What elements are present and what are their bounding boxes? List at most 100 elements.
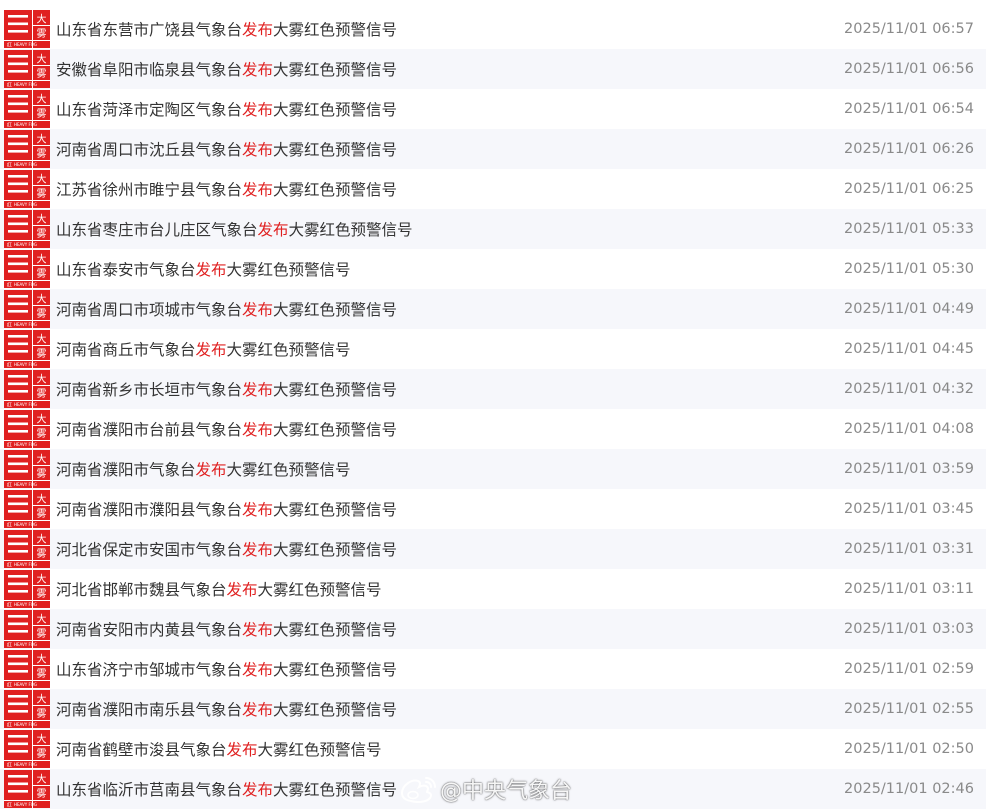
svg-text:红: 红 [7,682,12,689]
warning-row[interactable]: 大 雾 红 HEAVY FOG 河南省濮阳市濮阳县气象台发布大雾红色预警信号 2… [0,489,986,529]
svg-text:大: 大 [37,453,47,466]
svg-text:大: 大 [37,293,47,306]
warning-title[interactable]: 山东省枣庄市台儿庄区气象台发布大雾红色预警信号 [56,218,814,240]
warning-row[interactable]: 大 雾 红 HEAVY FOG 山东省枣庄市台儿庄区气象台发布大雾红色预警信号 … [0,209,986,249]
warning-title[interactable]: 山东省临沂市莒南县气象台发布大雾红色预警信号 [56,778,814,800]
warning-row[interactable]: 大 雾 红 HEAVY FOG 河南省安阳市内黄县气象台发布大雾红色预警信号 2… [0,609,986,649]
warning-title[interactable]: 山东省东营市广饶县气象台发布大雾红色预警信号 [56,18,814,40]
svg-text:雾: 雾 [37,428,47,440]
warning-title[interactable]: 河南省周口市项城市气象台发布大雾红色预警信号 [56,298,814,320]
warning-row[interactable]: 大 雾 红 HEAVY FOG 江苏省徐州市睢宁县气象台发布大雾红色预警信号 2… [0,169,986,209]
warning-time: 2025/11/01 04:08 [844,421,974,437]
fog-red-warning-icon: 大 雾 红 HEAVY FOG [4,530,50,568]
warning-title[interactable]: 河南省濮阳市台前县气象台发布大雾红色预警信号 [56,418,814,440]
warning-time: 2025/11/01 03:11 [844,581,974,597]
title-prefix: 河南省新乡市长垣市气象台 [56,381,243,399]
svg-text:红: 红 [7,322,12,329]
warning-title[interactable]: 山东省菏泽市定陶区气象台发布大雾红色预警信号 [56,98,814,120]
svg-text:红: 红 [7,362,12,369]
svg-text:大: 大 [37,773,47,786]
svg-text:红: 红 [7,642,12,649]
warning-row[interactable]: 大 雾 红 HEAVY FOG 山东省济宁市邹城市气象台发布大雾红色预警信号 2… [0,649,986,689]
warning-row[interactable]: 大 雾 红 HEAVY FOG 河南省濮阳市南乐县气象台发布大雾红色预警信号 2… [0,689,986,729]
svg-text:大: 大 [37,733,47,746]
fog-red-warning-icon: 大 雾 红 HEAVY FOG [4,770,50,808]
title-keyword: 发布 [257,221,289,239]
warning-title[interactable]: 河北省保定市安国市气象台发布大雾红色预警信号 [56,538,814,560]
title-suffix: 大雾红色预警信号 [226,461,351,479]
fog-red-warning-icon: 大 雾 红 HEAVY FOG [4,170,50,208]
fog-red-warning-icon: 大 雾 红 HEAVY FOG [4,610,50,648]
svg-text:雾: 雾 [37,548,47,560]
warning-title[interactable]: 山东省济宁市邹城市气象台发布大雾红色预警信号 [56,658,814,680]
warning-title[interactable]: 河南省鹤壁市浚县气象台发布大雾红色预警信号 [56,738,814,760]
warning-time: 2025/11/01 05:33 [844,221,974,237]
warning-row[interactable]: 大 雾 红 HEAVY FOG 山东省东营市广饶县气象台发布大雾红色预警信号 2… [0,9,986,49]
svg-text:HEAVY FOG: HEAVY FOG [14,522,37,527]
warning-title[interactable]: 河南省新乡市长垣市气象台发布大雾红色预警信号 [56,378,814,400]
title-suffix: 大雾红色预警信号 [288,221,413,239]
warning-title[interactable]: 江苏省徐州市睢宁县气象台发布大雾红色预警信号 [56,178,814,200]
warning-title[interactable]: 安徽省阜阳市临泉县气象台发布大雾红色预警信号 [56,58,814,80]
svg-text:HEAVY FOG: HEAVY FOG [14,322,37,327]
warning-title[interactable]: 河南省濮阳市濮阳县气象台发布大雾红色预警信号 [56,498,814,520]
svg-text:雾: 雾 [37,228,47,240]
fog-red-warning-icon: 大 雾 红 HEAVY FOG [4,730,50,768]
title-suffix: 大雾红色预警信号 [273,701,398,719]
warning-row[interactable]: 大 雾 红 HEAVY FOG 河南省濮阳市台前县气象台发布大雾红色预警信号 2… [0,409,986,449]
svg-text:HEAVY FOG: HEAVY FOG [14,362,37,367]
title-prefix: 河南省濮阳市台前县气象台 [56,421,243,439]
title-suffix: 大雾红色预警信号 [273,141,398,159]
svg-text:红: 红 [7,402,12,409]
svg-text:雾: 雾 [37,28,47,40]
warning-row[interactable]: 大 雾 红 HEAVY FOG 山东省菏泽市定陶区气象台发布大雾红色预警信号 2… [0,89,986,129]
warning-row[interactable]: 大 雾 红 HEAVY FOG 山东省泰安市气象台发布大雾红色预警信号 2025… [0,249,986,289]
title-suffix: 大雾红色预警信号 [273,501,398,519]
svg-text:大: 大 [37,53,47,66]
svg-text:HEAVY FOG: HEAVY FOG [14,722,37,727]
title-prefix: 河南省周口市项城市气象台 [56,301,243,319]
svg-text:雾: 雾 [37,148,47,160]
warning-row[interactable]: 大 雾 红 HEAVY FOG 河北省保定市安国市气象台发布大雾红色预警信号 2… [0,529,986,569]
svg-text:雾: 雾 [37,308,47,320]
warning-title[interactable]: 河南省周口市沈丘县气象台发布大雾红色预警信号 [56,138,814,160]
title-suffix: 大雾红色预警信号 [273,381,398,399]
svg-text:雾: 雾 [37,388,47,400]
warning-row[interactable]: 大 雾 红 HEAVY FOG 山东省临沂市莒南县气象台发布大雾红色预警信号 2… [0,769,986,809]
fog-red-warning-icon: 大 雾 红 HEAVY FOG [4,10,50,48]
warning-title[interactable]: 河南省濮阳市南乐县气象台发布大雾红色预警信号 [56,698,814,720]
warning-row[interactable]: 大 雾 红 HEAVY FOG 河南省商丘市气象台发布大雾红色预警信号 2025… [0,329,986,369]
warning-time: 2025/11/01 06:25 [844,181,974,197]
title-keyword: 发布 [242,21,274,39]
warning-row[interactable]: 大 雾 红 HEAVY FOG 河南省鹤壁市浚县气象台发布大雾红色预警信号 20… [0,729,986,769]
warning-row[interactable]: 大 雾 红 HEAVY FOG 河南省周口市沈丘县气象台发布大雾红色预警信号 2… [0,129,986,169]
svg-text:雾: 雾 [37,748,47,760]
svg-text:红: 红 [7,602,12,609]
warning-row[interactable]: 大 雾 红 HEAVY FOG 河南省濮阳市气象台发布大雾红色预警信号 2025… [0,449,986,489]
warning-title[interactable]: 山东省泰安市气象台发布大雾红色预警信号 [56,258,814,280]
warning-title[interactable]: 河南省濮阳市气象台发布大雾红色预警信号 [56,458,814,480]
warning-row[interactable]: 大 雾 红 HEAVY FOG 安徽省阜阳市临泉县气象台发布大雾红色预警信号 2… [0,49,986,89]
svg-text:雾: 雾 [37,508,47,520]
svg-text:HEAVY FOG: HEAVY FOG [14,442,37,447]
title-keyword: 发布 [242,421,274,439]
svg-text:红: 红 [7,762,12,769]
fog-red-warning-icon: 大 雾 红 HEAVY FOG [4,370,50,408]
fog-red-warning-icon: 大 雾 红 HEAVY FOG [4,330,50,368]
warning-time: 2025/11/01 04:49 [844,301,974,317]
fog-red-warning-icon: 大 雾 红 HEAVY FOG [4,690,50,728]
warning-time: 2025/11/01 06:56 [844,61,974,77]
warning-title[interactable]: 河南省安阳市内黄县气象台发布大雾红色预警信号 [56,618,814,640]
warning-list: 大 雾 红 HEAVY FOG 山东省东营市广饶县气象台发布大雾红色预警信号 2… [0,9,986,809]
warning-row[interactable]: 大 雾 红 HEAVY FOG 河北省邯郸市魏县气象台发布大雾红色预警信号 20… [0,569,986,609]
warning-title[interactable]: 河北省邯郸市魏县气象台发布大雾红色预警信号 [56,578,814,600]
svg-text:大: 大 [37,253,47,266]
title-prefix: 山东省济宁市邹城市气象台 [56,661,243,679]
fog-red-warning-icon: 大 雾 红 HEAVY FOG [4,650,50,688]
svg-text:雾: 雾 [37,188,47,200]
warning-row[interactable]: 大 雾 红 HEAVY FOG 河南省新乡市长垣市气象台发布大雾红色预警信号 2… [0,369,986,409]
fog-red-warning-icon: 大 雾 红 HEAVY FOG [4,490,50,528]
title-suffix: 大雾红色预警信号 [257,581,382,599]
warning-row[interactable]: 大 雾 红 HEAVY FOG 河南省周口市项城市气象台发布大雾红色预警信号 2… [0,289,986,329]
warning-title[interactable]: 河南省商丘市气象台发布大雾红色预警信号 [56,338,814,360]
